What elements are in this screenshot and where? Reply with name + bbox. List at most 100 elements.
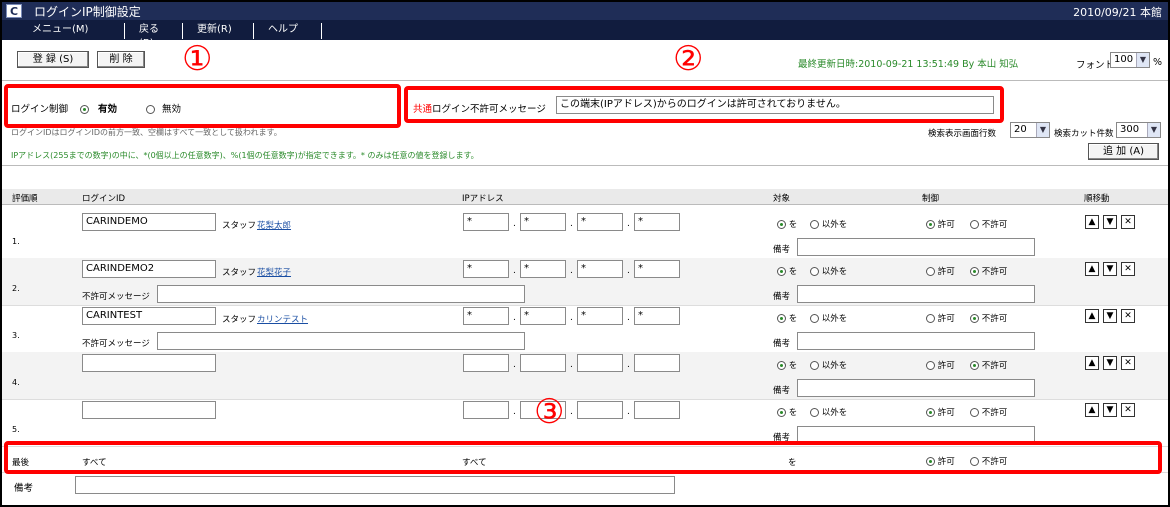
ip-octet-input[interactable]: * [520,307,566,325]
deny-message-label: 不許可メッセージ [82,292,150,302]
staff-name-link[interactable]: 花梨花子 [257,266,291,278]
register-button[interactable]: 登 録 (S) [17,51,89,68]
control-allow-radio[interactable]: 許可 [926,312,955,324]
remark-label: 備考 [773,292,791,302]
control-deny-radio[interactable]: 不許可 [970,218,1007,230]
ip-octet-input[interactable]: * [577,213,623,231]
control-deny-radio[interactable]: 不許可 [970,359,1007,371]
login-id-input[interactable] [82,354,216,372]
control-deny-radio[interactable]: 不許可 [970,265,1007,277]
menu-item-refresh[interactable]: 更新(R) [183,23,254,39]
radio-icon [970,314,979,323]
ip-separator: . [570,313,573,323]
close-icon[interactable]: ✕ [1121,215,1135,229]
control-allow-radio[interactable]: 許可 [926,406,955,418]
target-except-radio[interactable]: 以外を [810,265,847,277]
allow-label: 許可 [937,314,955,324]
ip-separator: . [627,313,630,323]
ip-octet-input[interactable]: * [463,260,509,278]
ip-octet-input[interactable] [463,401,509,419]
radio-icon [970,361,979,370]
ip-octet-input[interactable] [634,401,680,419]
note-line-1: ログインIDはログインIDの前方一致、空欄はすべて一致として扱われます。 [11,128,282,137]
close-icon[interactable]: ✕ [1121,309,1135,323]
move-down-icon[interactable]: ▼ [1103,215,1117,229]
move-down-icon[interactable]: ▼ [1103,356,1117,370]
ip-octet-input[interactable]: * [463,307,509,325]
cut-select[interactable]: 300 ▼ [1116,122,1161,138]
radio-icon [810,314,819,323]
login-id-input[interactable]: CARINTEST [82,307,216,325]
ip-octet-input[interactable] [463,354,509,372]
remark-input[interactable] [797,332,1035,350]
ip-octet-input[interactable]: * [520,260,566,278]
staff-name-link[interactable]: 花梨太郎 [257,219,291,231]
control-deny-radio[interactable]: 不許可 [970,312,1007,324]
ip-octet-input[interactable]: * [577,260,623,278]
login-id-input[interactable] [82,401,216,419]
menu-item-help[interactable]: ヘルプ [254,23,322,39]
row-number: 1. [12,237,20,246]
ip-separator: . [570,219,573,229]
move-up-icon[interactable]: ▲ [1085,356,1099,370]
move-up-icon[interactable]: ▲ [1085,262,1099,276]
control-allow-radio[interactable]: 許可 [926,265,955,277]
ip-separator: . [570,266,573,276]
target-except-radio[interactable]: 以外を [810,359,847,371]
menu-item-back[interactable]: 戻る(B) [125,23,183,49]
deny-message-input[interactable] [157,285,525,303]
ip-octet-input[interactable] [577,401,623,419]
target-except-radio[interactable]: 以外を [810,312,847,324]
ip-octet-input[interactable]: * [463,213,509,231]
target-is-radio[interactable]: を [777,312,797,324]
ip-octet-input[interactable]: * [634,307,680,325]
control-allow-radio[interactable]: 許可 [926,218,955,230]
ip-octet-input[interactable]: * [634,260,680,278]
add-button[interactable]: 追 加 (A) [1088,143,1159,160]
deny-label: 不許可 [981,220,1008,230]
rows-value: 20 [1014,124,1027,135]
ip-octet-input[interactable] [634,354,680,372]
move-up-icon[interactable]: ▲ [1085,403,1099,417]
move-down-icon[interactable]: ▼ [1103,403,1117,417]
ip-separator: . [570,407,573,417]
remark-label: 備考 [773,245,791,255]
control-deny-radio[interactable]: 不許可 [970,406,1007,418]
login-id-input[interactable]: CARINDEMO [82,213,216,231]
font-size-select[interactable]: 100 ▼ [1110,52,1150,68]
move-down-icon[interactable]: ▼ [1103,309,1117,323]
remark-input[interactable] [797,238,1035,256]
target-is-radio[interactable]: を [777,406,797,418]
move-up-icon[interactable]: ▲ [1085,215,1099,229]
move-up-icon[interactable]: ▲ [1085,309,1099,323]
close-icon[interactable]: ✕ [1121,356,1135,370]
target-is-radio[interactable]: を [777,359,797,371]
target-is-radio[interactable]: を [777,218,797,230]
menu-item-menu[interactable]: メニュー(M) [18,23,125,39]
radio-icon [970,220,979,229]
ip-octet-input[interactable]: * [520,213,566,231]
ip-octet-input[interactable] [520,354,566,372]
control-allow-radio[interactable]: 許可 [926,359,955,371]
header-target: 対象 [773,194,791,204]
staff-name-link[interactable]: カリンテスト [257,313,308,325]
last-row-remark-input[interactable] [75,476,675,494]
ip-octet-input[interactable] [577,354,623,372]
remark-input[interactable] [797,285,1035,303]
deny-message-input[interactable] [157,332,525,350]
remark-input[interactable] [797,379,1035,397]
font-unit: % [1153,57,1163,68]
delete-button[interactable]: 削 除 [97,51,145,68]
target-except-radio[interactable]: 以外を [810,218,847,230]
login-id-input[interactable]: CARINDEMO2 [82,260,216,278]
ip-octet-input[interactable]: * [577,307,623,325]
close-icon[interactable]: ✕ [1121,262,1135,276]
ip-octet-input[interactable]: * [634,213,680,231]
target-is-radio[interactable]: を [777,265,797,277]
rows-select[interactable]: 20 ▼ [1010,122,1050,138]
header-login-id: ログインID [82,194,126,204]
close-icon[interactable]: ✕ [1121,403,1135,417]
move-down-icon[interactable]: ▼ [1103,262,1117,276]
allow-label: 許可 [937,267,955,277]
target-except-radio[interactable]: 以外を [810,406,847,418]
